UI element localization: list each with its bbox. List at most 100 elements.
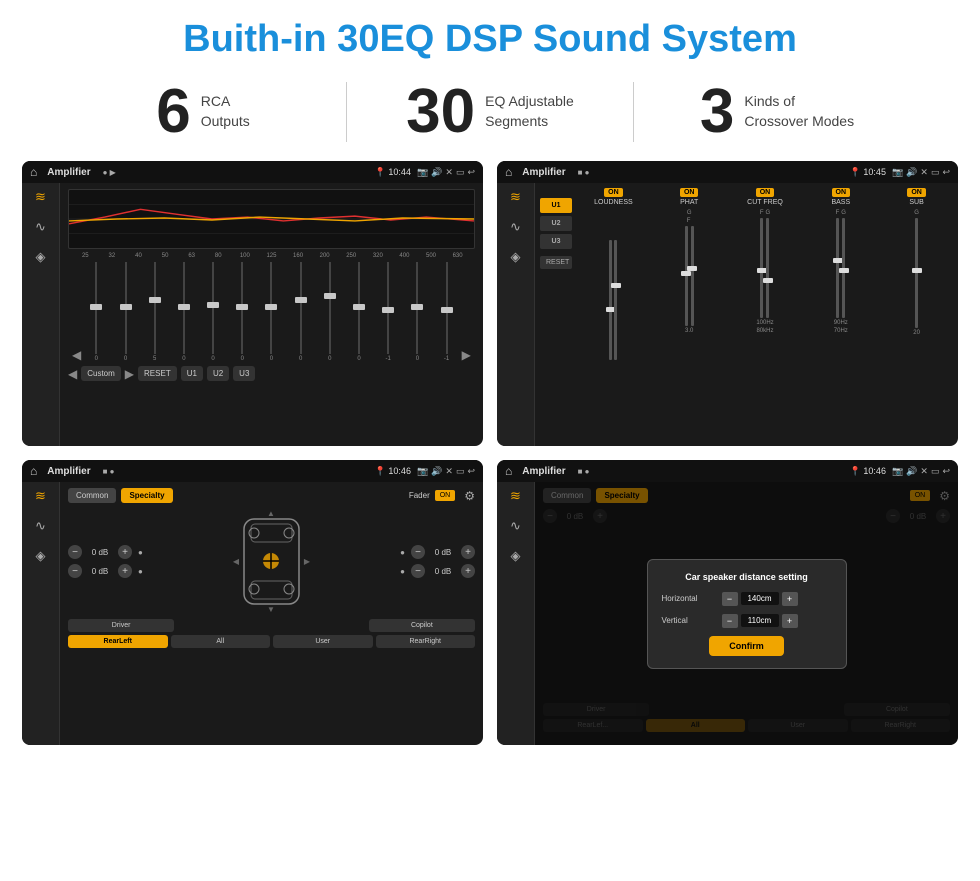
right-minus-2[interactable]: − (411, 564, 425, 578)
eq-mode-icon-2[interactable]: ≋ (510, 189, 521, 205)
crossover-reset-btn[interactable]: RESET (540, 256, 572, 269)
screen-fader: ⌂ Amplifier ■ ● 📍 10:46 📷 🔊 ✕ ▭ ↩ ≋ ∿ ◈ (22, 460, 483, 745)
user-btn[interactable]: User (273, 635, 373, 648)
fader-on-toggle[interactable]: ON (435, 490, 456, 501)
specialty-tab[interactable]: Specialty (121, 488, 172, 503)
volume-icon-4: 🔊 (906, 466, 917, 477)
eq-slider-12[interactable]: 0 (403, 262, 431, 362)
home-icon-1[interactable]: ⌂ (30, 165, 37, 179)
right-plus-1[interactable]: + (461, 545, 475, 559)
left-minus-1[interactable]: − (68, 545, 82, 559)
eq-slider-4[interactable]: 0 (170, 262, 198, 362)
stats-row: 6 RCAOutputs 30 EQ AdjustableSegments 3 … (0, 71, 980, 157)
wave-mode-icon-2[interactable]: ∿ (510, 219, 521, 235)
rearleft-btn[interactable]: RearLeft (68, 635, 168, 648)
back-icon-2[interactable]: ↩ (942, 167, 950, 178)
x-icon-4: ✕ (920, 466, 928, 477)
back-icon-3[interactable]: ↩ (467, 466, 475, 477)
eq-arrow-left[interactable]: ◀ (72, 348, 81, 362)
left-val-2: 0 dB (85, 567, 115, 576)
horizontal-minus-btn[interactable]: − (722, 592, 738, 606)
eq-slider-8[interactable]: 0 (287, 262, 315, 362)
eq-slider-9[interactable]: 0 (316, 262, 344, 362)
stat-label-crossover: Kinds ofCrossover Modes (744, 92, 854, 131)
cutfreq-label: CUT FREQ (747, 199, 783, 206)
eq-custom-btn[interactable]: Custom (81, 366, 121, 381)
right-val-2: 0 dB (428, 567, 458, 576)
back-icon-1[interactable]: ↩ (467, 167, 475, 178)
vertical-plus-btn[interactable]: + (782, 614, 798, 628)
eq-reset-btn[interactable]: RESET (138, 366, 177, 381)
confirm-button[interactable]: Confirm (709, 636, 784, 656)
stat-rca: 6 RCAOutputs (60, 81, 346, 143)
screen2-time: 📍 10:45 (850, 167, 886, 178)
preset-u3-btn[interactable]: U3 (540, 234, 572, 249)
sub-on-badge[interactable]: ON (907, 188, 926, 197)
vertical-minus-btn[interactable]: − (722, 614, 738, 628)
eq-play-left[interactable]: ◀ (68, 367, 77, 381)
loudness-label: LOUDNESS (594, 199, 633, 206)
left-plus-1[interactable]: + (118, 545, 132, 559)
eq-play-right[interactable]: ▶ (125, 367, 134, 381)
home-icon-2[interactable]: ⌂ (505, 165, 512, 179)
eq-mode-icon-4[interactable]: ≋ (510, 488, 521, 504)
camera-icon-4: 📷 (892, 466, 903, 477)
speaker-mode-icon-4[interactable]: ◈ (511, 548, 521, 564)
eq-slider-6[interactable]: 0 (228, 262, 256, 362)
horizontal-plus-btn[interactable]: + (782, 592, 798, 606)
eq-u2-btn[interactable]: U2 (207, 366, 229, 381)
right-minus-1[interactable]: − (411, 545, 425, 559)
vertical-label: Vertical (662, 616, 717, 625)
wave-mode-icon[interactable]: ∿ (35, 219, 46, 235)
eq-slider-1[interactable]: 0 (82, 262, 110, 362)
wave-mode-icon-3[interactable]: ∿ (35, 518, 46, 534)
rearright-btn[interactable]: RearRight (376, 635, 476, 648)
left-minus-2[interactable]: − (68, 564, 82, 578)
home-icon-4[interactable]: ⌂ (505, 464, 512, 478)
driver-btn[interactable]: Driver (68, 619, 174, 632)
screen4-sidebar: ≋ ∿ ◈ (497, 482, 535, 745)
eq-mode-icon[interactable]: ≋ (35, 189, 46, 205)
preset-u1-btn[interactable]: U1 (540, 198, 572, 213)
status-dots-2: ■ ● (578, 168, 590, 177)
eq-u1-btn[interactable]: U1 (181, 366, 203, 381)
right-speaker-row-1: ● − 0 dB + (400, 545, 475, 559)
bass-on-badge[interactable]: ON (832, 188, 851, 197)
eq-slider-7[interactable]: 0 (257, 262, 285, 362)
speaker-mode-icon-2[interactable]: ◈ (511, 249, 521, 265)
eq-slider-2[interactable]: 0 (111, 262, 139, 362)
eq-mode-icon-3[interactable]: ≋ (35, 488, 46, 504)
eq-slider-5[interactable]: 0 (199, 262, 227, 362)
cutfreq-on-badge[interactable]: ON (756, 188, 775, 197)
volume-icon-3: 🔊 (431, 466, 442, 477)
copilot-btn[interactable]: Copilot (369, 619, 475, 632)
speaker-mode-icon[interactable]: ◈ (36, 249, 46, 265)
camera-icon-2: 📷 (892, 167, 903, 178)
back-icon-4[interactable]: ↩ (942, 466, 950, 477)
eq-slider-3[interactable]: 5 (141, 262, 169, 362)
screen3-fader-panel: Common Specialty Fader ON ⚙ − 0 d (60, 482, 483, 745)
vertical-stepper: − 110cm + (722, 614, 798, 628)
col-loudness: ON LOUDNESS (577, 188, 650, 446)
screen1-title: Amplifier (47, 167, 90, 178)
eq-arrow-right[interactable]: ▶ (462, 348, 471, 362)
eq-slider-11[interactable]: -1 (374, 262, 402, 362)
right-plus-2[interactable]: + (461, 564, 475, 578)
screen2-title: Amplifier (522, 167, 565, 178)
all-btn[interactable]: All (171, 635, 271, 648)
preset-u2-btn[interactable]: U2 (540, 216, 572, 231)
fader-tab-bar: Common Specialty Fader ON ⚙ (68, 488, 475, 503)
volume-icon-1: 🔊 (431, 167, 442, 178)
loudness-on-badge[interactable]: ON (604, 188, 623, 197)
eq-slider-10[interactable]: 0 (345, 262, 373, 362)
common-tab[interactable]: Common (68, 488, 116, 503)
left-plus-2[interactable]: + (118, 564, 132, 578)
wave-mode-icon-4[interactable]: ∿ (510, 518, 521, 534)
status-icons-4: 📷 🔊 ✕ ▭ ↩ (892, 466, 950, 477)
speaker-mode-icon-3[interactable]: ◈ (36, 548, 46, 564)
eq-sliders: ◀ 0 0 5 0 0 0 0 0 0 0 -1 0 -1 (68, 262, 475, 362)
home-icon-3[interactable]: ⌂ (30, 464, 37, 478)
eq-u3-btn[interactable]: U3 (233, 366, 255, 381)
eq-slider-13[interactable]: -1 (432, 262, 460, 362)
phat-on-badge[interactable]: ON (680, 188, 699, 197)
